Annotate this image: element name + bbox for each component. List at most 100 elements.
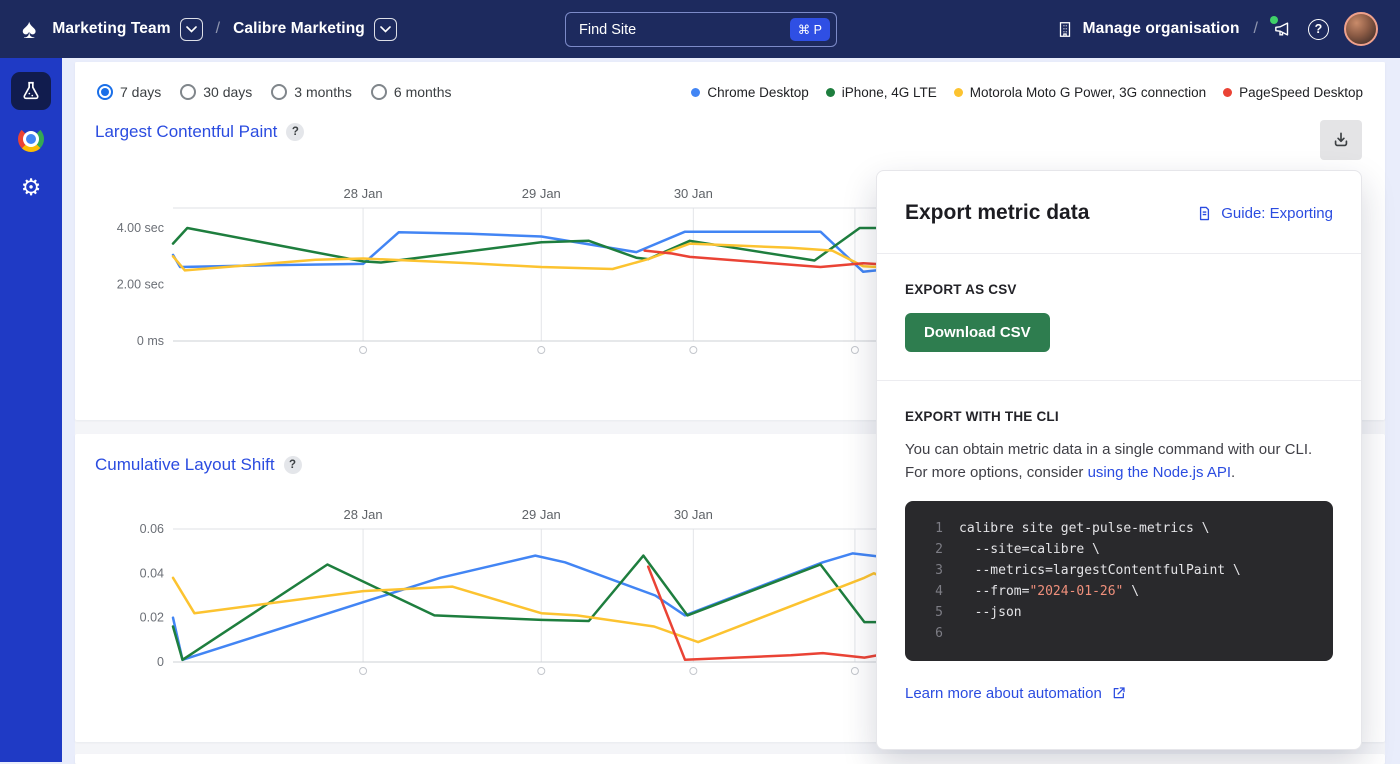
range-option-3-months[interactable]: 3 months [271,84,352,100]
export-csv-section: EXPORT AS CSV Download CSV [877,253,1361,380]
line-number: 4 [905,581,943,602]
legend-item-pagespeed[interactable]: PageSpeed Desktop [1223,85,1363,100]
sidebar-item-chrome-ux[interactable] [11,120,51,158]
export-panel-title: Export metric data [905,201,1089,225]
radio-label: 3 months [294,84,352,100]
find-site-search[interactable]: Find Site ⌘ P [565,12,837,47]
cli-description: You can obtain metric data in a single c… [905,438,1333,485]
svg-text:0 ms: 0 ms [137,334,164,348]
line-number: 2 [905,539,943,560]
radio-icon [180,84,196,100]
cls-chart-title[interactable]: Cumulative Layout Shift [95,455,275,475]
legend-dot-icon [826,88,835,97]
manage-organisation-label: Manage organisation [1083,20,1240,38]
code-text: calibre site get-pulse-metrics \ [959,518,1209,539]
radio-label: 7 days [120,84,161,100]
svg-text:28 Jan: 28 Jan [344,186,383,201]
cli-code-block: 1 calibre site get-pulse-metrics \ 2 --s… [905,501,1333,661]
code-line: 2 --site=calibre \ [905,539,1333,560]
nodejs-api-link[interactable]: using the Node.js API [1088,464,1231,481]
legend-label: Chrome Desktop [707,85,808,100]
code-text: --from= [959,584,1029,599]
manage-organisation-link[interactable]: Manage organisation [1056,20,1240,39]
range-option-30-days[interactable]: 30 days [180,84,252,100]
site-dropdown-button[interactable] [374,18,397,41]
learn-more-automation-link[interactable]: Learn more about automation [905,685,1333,702]
chrome-icon [18,126,44,152]
legend-label: PageSpeed Desktop [1239,85,1363,100]
code-text: --json [959,602,1022,623]
svg-text:4.00 sec: 4.00 sec [117,221,164,235]
site-name[interactable]: Calibre Marketing [233,20,365,38]
lcp-chart-header: Largest Contentful Paint ? [95,120,1385,144]
line-number: 6 [905,623,943,644]
legend-dot-icon [1223,88,1232,97]
export-panel-header: Export metric data Guide: Exporting [877,171,1361,253]
document-icon [1196,205,1213,222]
user-avatar[interactable] [1344,12,1378,46]
line-number: 3 [905,560,943,581]
download-csv-button[interactable]: Download CSV [905,313,1050,352]
svg-text:0.06: 0.06 [140,522,164,536]
download-button[interactable] [1320,120,1362,160]
range-option-6-months[interactable]: 6 months [371,84,452,100]
legend-dot-icon [954,88,963,97]
legend-item-motorola[interactable]: Motorola Moto G Power, 3G connection [954,85,1206,100]
legend-label: iPhone, 4G LTE [842,85,937,100]
sidebar-item-pulse[interactable] [11,72,51,110]
code-text: --site=calibre \ [959,539,1100,560]
flask-icon [20,80,42,102]
download-icon [1331,130,1351,150]
team-dropdown-button[interactable] [180,18,203,41]
announcements-button[interactable] [1272,19,1293,39]
chart-legend: Chrome Desktop iPhone, 4G LTE Motorola M… [674,85,1363,100]
svg-text:0.02: 0.02 [140,611,164,625]
legend-item-iphone[interactable]: iPhone, 4G LTE [826,85,937,100]
cls-help-icon[interactable]: ? [284,456,302,474]
team-name[interactable]: Marketing Team [52,20,170,38]
svg-text:30 Jan: 30 Jan [674,186,713,201]
svg-text:29 Jan: 29 Jan [522,186,561,201]
radio-icon [271,84,287,100]
cli-section-heading: EXPORT WITH THE CLI [905,409,1333,424]
breadcrumb-separator: / [216,20,220,38]
code-text: --from="2024-01-26" \ [959,581,1139,602]
next-card-sliver [75,754,1385,764]
legend-dot-icon [691,88,700,97]
learn-more-label: Learn more about automation [905,685,1102,702]
svg-text:2.00 sec: 2.00 sec [117,278,164,292]
search-placeholder: Find Site [579,22,636,38]
lcp-help-icon[interactable]: ? [286,123,304,141]
gear-icon: ⚙ [21,176,42,199]
help-button[interactable]: ? [1308,19,1329,40]
export-metric-data-panel: Export metric data Guide: Exporting EXPO… [876,170,1362,750]
legend-item-chrome-desktop[interactable]: Chrome Desktop [691,85,808,100]
code-date-literal: "2024-01-26" [1029,584,1123,599]
topbar-right-group: Manage organisation / ? [1056,12,1378,46]
code-text: --metrics=largestContentfulPaint \ [959,560,1241,581]
guide-link-label: Guide: Exporting [1221,205,1333,222]
svg-text:30 Jan: 30 Jan [674,507,713,522]
code-line: 1 calibre site get-pulse-metrics \ [905,518,1333,539]
radio-selected-icon [97,84,113,100]
code-line: 3 --metrics=largestContentfulPaint \ [905,560,1333,581]
external-link-icon [1111,685,1127,701]
search-shortcut-badge: ⌘ P [790,18,830,41]
sidebar-item-settings[interactable]: ⚙ [11,168,51,206]
lcp-chart-title[interactable]: Largest Contentful Paint [95,122,277,142]
code-line: 6 [905,623,1333,644]
guide-exporting-link[interactable]: Guide: Exporting [1196,205,1333,222]
sidebar: ⚙ [0,58,62,762]
radio-icon [371,84,387,100]
calibre-logo-icon[interactable]: ♠ [22,16,36,43]
code-line: 4 --from="2024-01-26" \ [905,581,1333,602]
building-icon [1056,20,1074,39]
svg-text:29 Jan: 29 Jan [522,507,561,522]
filter-row: 7 days 30 days 3 months 6 months [75,80,1385,104]
range-option-7-days[interactable]: 7 days [97,84,161,100]
code-text: \ [1123,584,1139,599]
radio-label: 6 months [394,84,452,100]
chevron-down-icon [186,26,197,33]
legend-label: Motorola Moto G Power, 3G connection [970,85,1206,100]
topbar-separator: / [1254,20,1258,38]
